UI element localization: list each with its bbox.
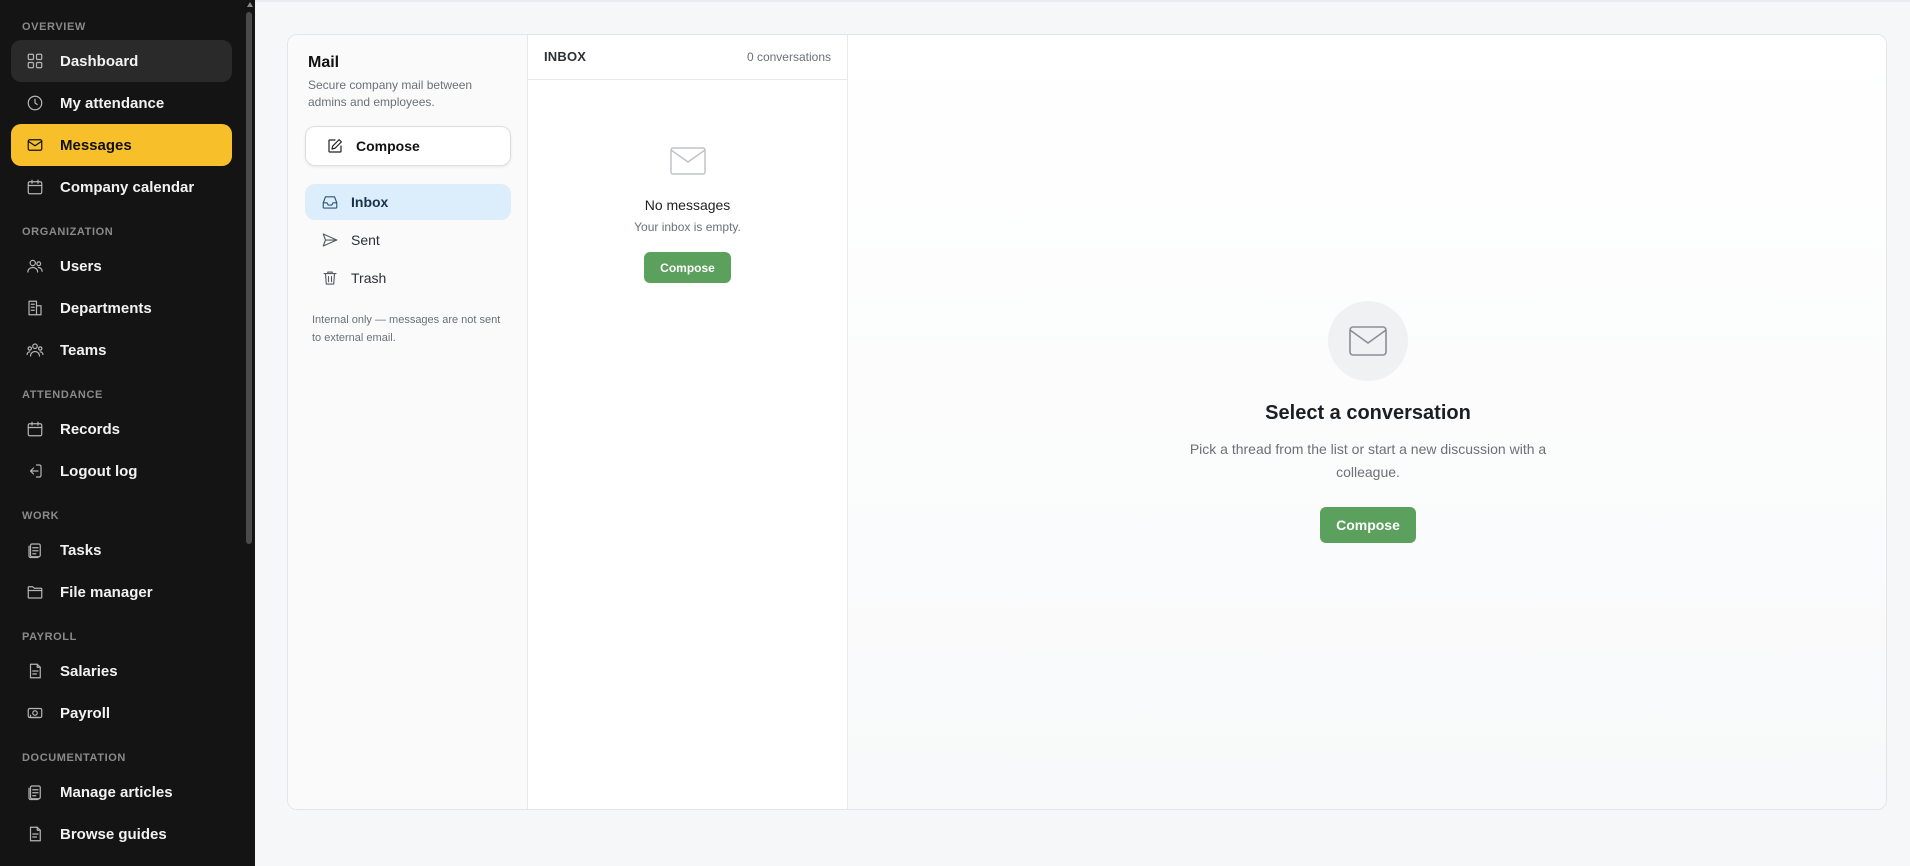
sidebar-item-label: Tasks <box>60 541 102 559</box>
list-compose-button[interactable]: Compose <box>644 252 731 283</box>
sidebar-item-label: Logout log <box>60 462 138 480</box>
folder-sent[interactable]: Sent <box>305 222 511 258</box>
top-divider <box>255 0 1910 2</box>
sidebar-item-label: Browse guides <box>60 825 167 843</box>
clock-icon <box>25 93 45 113</box>
trash-icon <box>323 271 337 285</box>
reader-compose-button[interactable]: Compose <box>1320 507 1416 543</box>
team-icon <box>25 340 45 360</box>
section-title-work: WORK <box>22 510 60 522</box>
compose-button[interactable]: Compose <box>305 126 511 166</box>
clipboard-icon <box>25 782 45 802</box>
folder-label: Inbox <box>351 194 389 210</box>
message-list-pane: INBOX 0 conversations No messages Your i… <box>528 35 848 809</box>
list-header: INBOX 0 conversations <box>528 35 847 80</box>
sidebar-item-label: File manager <box>60 583 153 601</box>
sidebar-item-payroll[interactable]: Payroll <box>11 692 232 734</box>
sidebar-item-records[interactable]: Records <box>11 408 232 450</box>
sidebar-item-tasks[interactable]: Tasks <box>11 529 232 571</box>
compose-button-label: Compose <box>356 138 420 154</box>
sidebar-item-label: Payroll <box>60 704 111 722</box>
calendar-icon <box>25 419 45 439</box>
building-icon <box>25 298 45 318</box>
sidebar-item-messages[interactable]: Messages <box>11 124 232 166</box>
sidebar-item-manage-articles[interactable]: Manage articles <box>11 771 232 813</box>
sidebar-item-label: Manage articles <box>60 783 173 801</box>
mail-folders-pane: Mail Secure company mail between admins … <box>288 35 528 809</box>
inbox-icon <box>322 196 338 209</box>
sidebar-item-label: My attendance <box>60 94 165 112</box>
section-title-attendance: ATTENDANCE <box>22 389 103 401</box>
sidebar-item-my-attendance[interactable]: My attendance <box>11 82 232 124</box>
mail-panel: Mail Secure company mail between admins … <box>287 34 1887 810</box>
sidebar-item-label: Salaries <box>60 662 118 680</box>
list-title: INBOX <box>544 49 587 64</box>
document-icon <box>25 824 45 844</box>
sidebar-item-logout-log[interactable]: Logout log <box>11 450 232 492</box>
section-title-documentation: DOCUMENTATION <box>22 752 126 764</box>
folder-label: Sent <box>351 232 380 248</box>
reader-empty-subtitle: Pick a thread from the list or start a n… <box>1189 441 1547 480</box>
section-title-payroll: PAYROLL <box>22 631 77 643</box>
scrollbar-thumb[interactable] <box>246 12 252 544</box>
logout-icon <box>25 461 45 481</box>
sidebar-item-salaries[interactable]: Salaries <box>11 650 232 692</box>
sidebar-item-label: Records <box>60 420 121 438</box>
folder-icon <box>25 582 45 602</box>
empty-state-title: No messages <box>644 197 731 213</box>
calendar-icon <box>25 177 45 197</box>
mail-icon <box>25 135 45 155</box>
sidebar-item-label: Users <box>60 257 102 275</box>
sidebar-item-label: Teams <box>60 341 107 359</box>
reading-pane: Select a conversation Pick a thread from… <box>848 35 1886 809</box>
internal-only-note: Internal only — messages are not sent to… <box>312 314 501 344</box>
sidebar-item-company-calendar[interactable]: Company calendar <box>11 166 232 208</box>
send-icon <box>322 233 338 247</box>
conversation-count: 0 conversations <box>746 50 831 64</box>
folder-label: Trash <box>351 270 387 286</box>
sidebar-item-file-manager[interactable]: File manager <box>11 571 232 613</box>
clipboard-icon <box>25 540 45 560</box>
mail-title: Mail <box>308 54 340 71</box>
sidebar-item-label: Departments <box>60 299 152 317</box>
users-icon <box>25 256 45 276</box>
document-icon <box>25 661 45 681</box>
sidebar-item-label: Messages <box>60 136 132 154</box>
mail-subtitle: Secure company mail between admins and e… <box>308 78 473 109</box>
sidebar-item-dashboard[interactable]: Dashboard <box>11 40 232 82</box>
sidebar: OVERVIEW Dashboard My attendance Message… <box>0 0 255 866</box>
folder-inbox[interactable]: Inbox <box>305 184 511 220</box>
reader-empty-title: Select a conversation <box>1265 402 1471 424</box>
scroll-up-arrow-icon[interactable] <box>247 2 253 7</box>
grid-icon <box>25 51 45 71</box>
sidebar-item-label: Company calendar <box>60 178 195 196</box>
sidebar-item-teams[interactable]: Teams <box>11 329 232 371</box>
sidebar-item-label: Dashboard <box>60 52 139 70</box>
empty-state-subtitle: Your inbox is empty. <box>634 220 741 234</box>
banknote-icon <box>25 703 45 723</box>
section-title-overview: OVERVIEW <box>22 21 86 33</box>
mail-icon <box>1328 301 1408 381</box>
sidebar-scrollbar[interactable] <box>244 0 255 866</box>
mail-icon <box>670 147 706 175</box>
folder-trash[interactable]: Trash <box>305 260 511 296</box>
section-title-organization: ORGANIZATION <box>22 226 114 238</box>
sidebar-item-departments[interactable]: Departments <box>11 287 232 329</box>
sidebar-item-users[interactable]: Users <box>11 245 232 287</box>
sidebar-item-browse-guides[interactable]: Browse guides <box>11 813 232 855</box>
edit-icon <box>328 139 342 153</box>
